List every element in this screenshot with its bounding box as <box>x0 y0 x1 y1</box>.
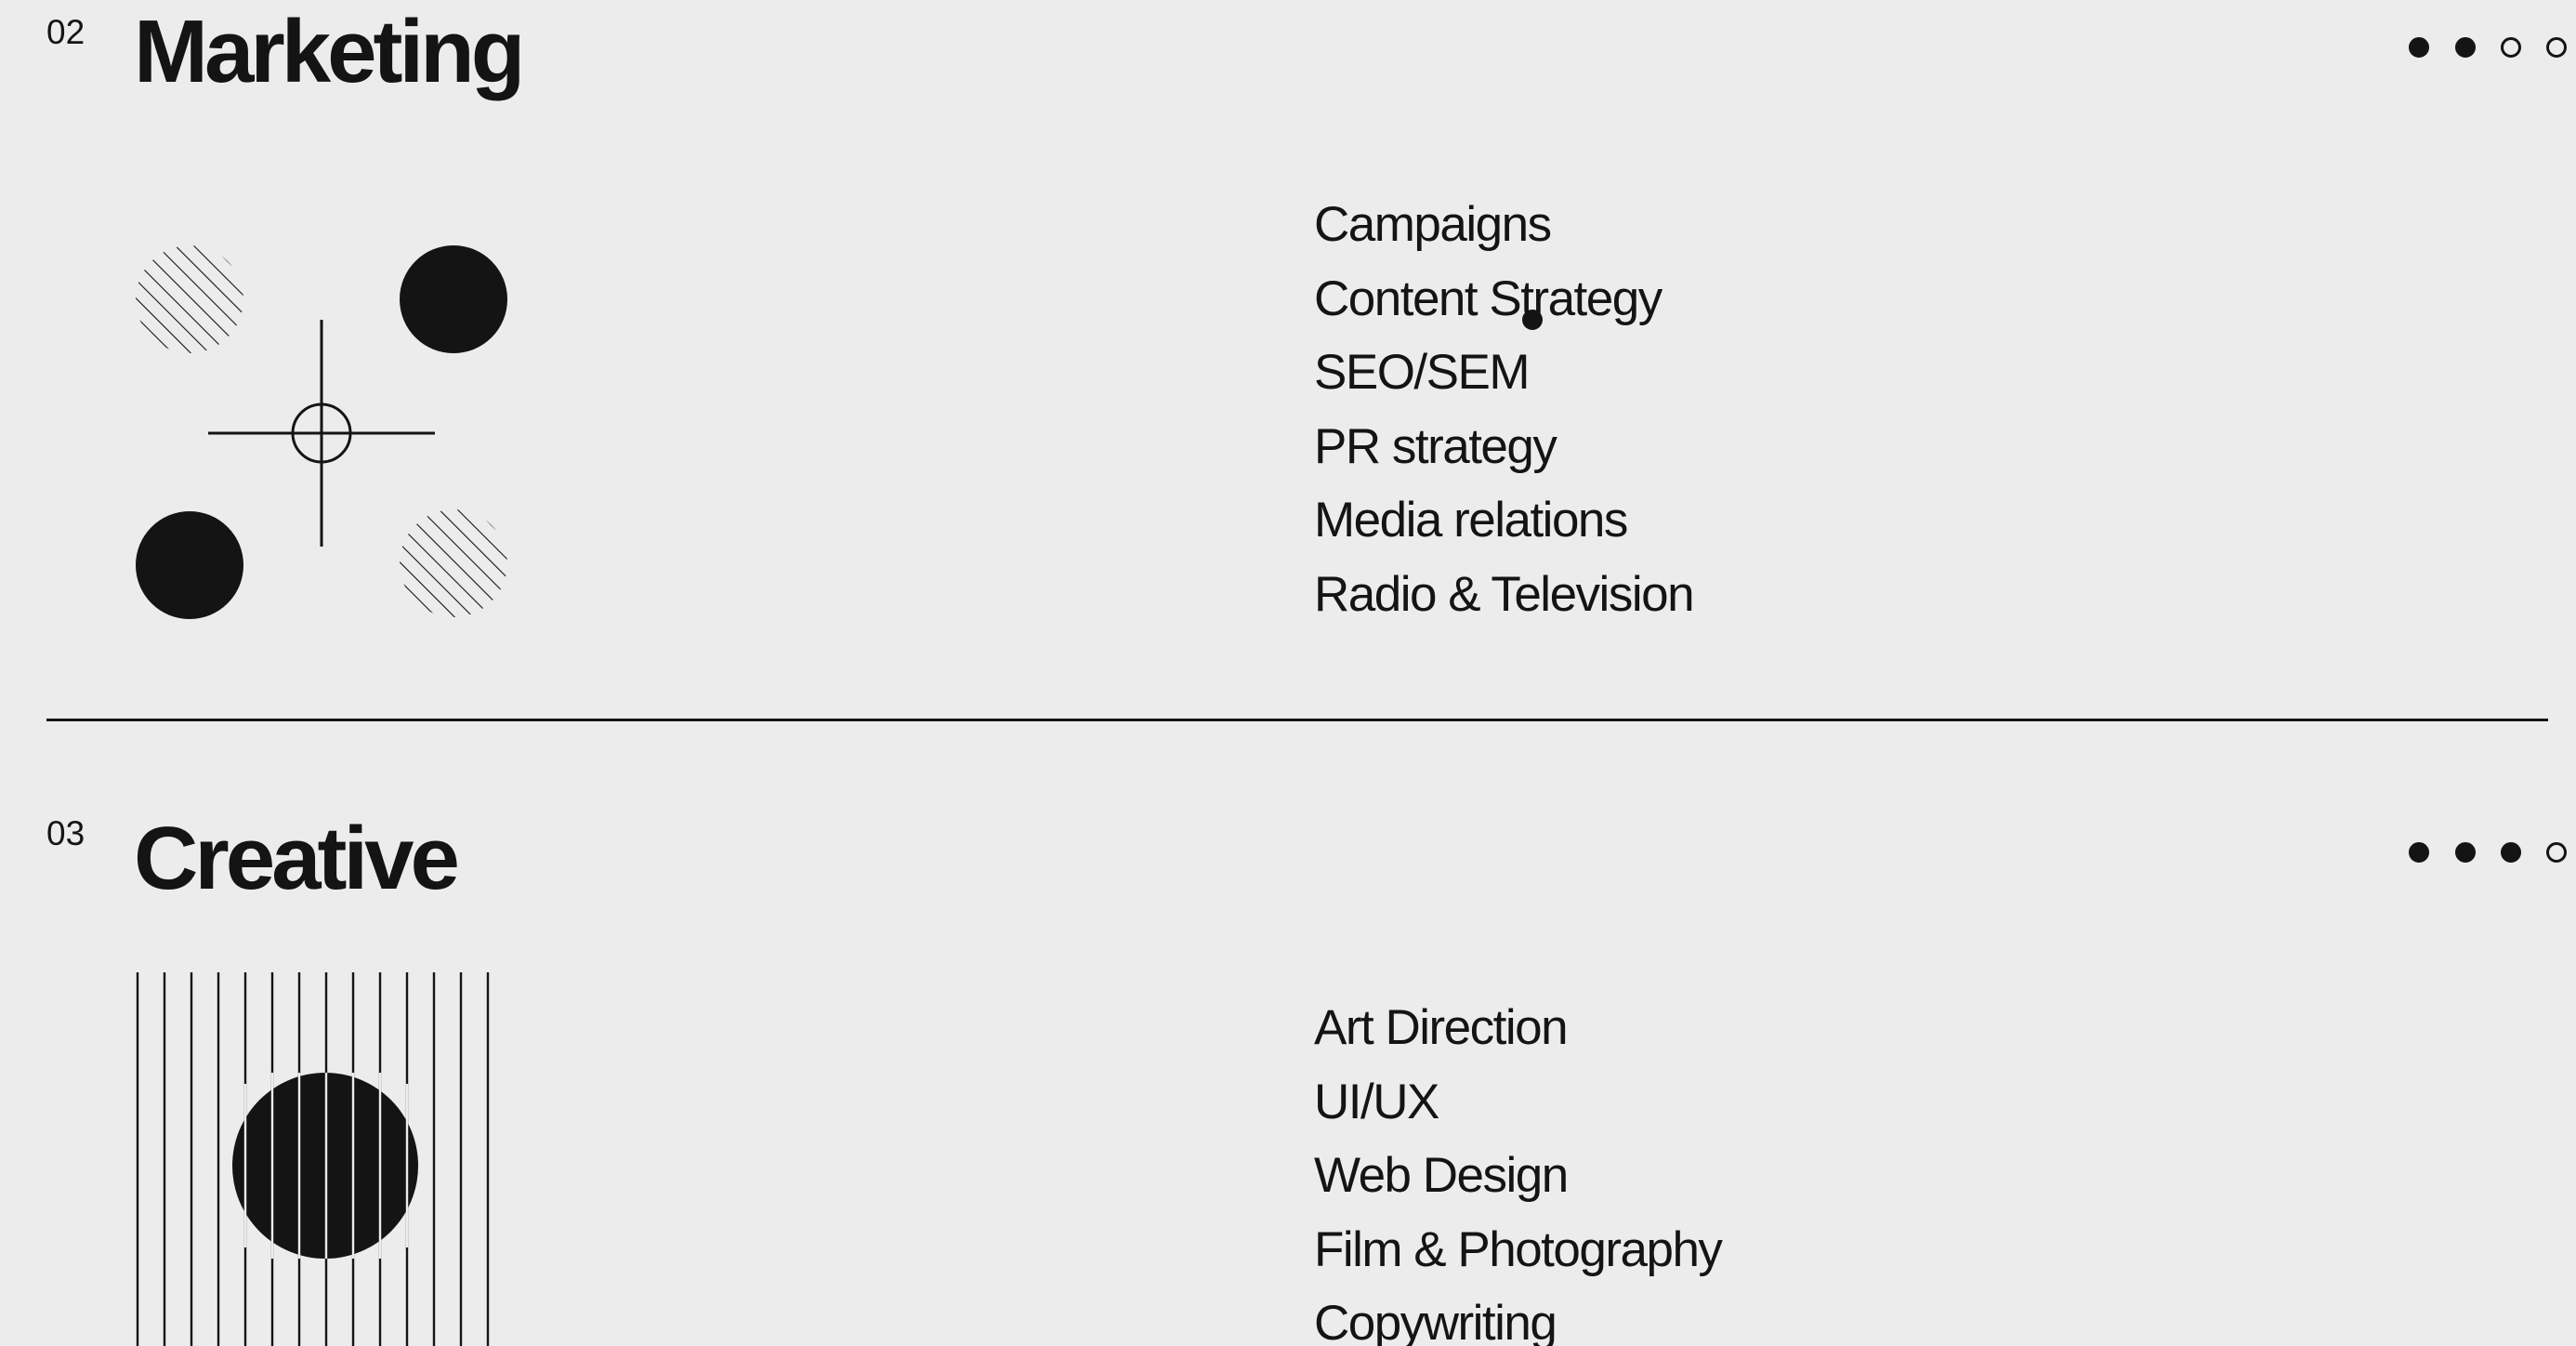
cursor-dot <box>1522 310 1543 330</box>
services-list: Art Direction UI/UX Web Design Film & Ph… <box>1314 991 1723 1346</box>
progress-dots <box>2390 842 2576 870</box>
progress-dot-1[interactable] <box>2409 37 2429 58</box>
list-item[interactable]: Media relations <box>1314 483 1693 558</box>
progress-dot-4[interactable] <box>2546 842 2567 863</box>
services-list: Campaigns Content Strategy SEO/SEM PR st… <box>1314 188 1695 632</box>
list-item[interactable]: Film & Photography <box>1314 1213 1723 1287</box>
list-item[interactable]: SEO/SEM <box>1314 336 1693 410</box>
progress-dot-2[interactable] <box>2455 37 2476 58</box>
section-number: 03 <box>46 814 85 852</box>
section-number: 02 <box>46 13 85 51</box>
list-item[interactable]: PR strategy <box>1314 410 1693 484</box>
progress-dot-3[interactable] <box>2501 37 2521 58</box>
progress-dot-1[interactable] <box>2409 842 2429 863</box>
list-item[interactable]: Radio & Television <box>1314 558 1695 632</box>
progress-dots <box>2390 37 2576 65</box>
list-item[interactable]: Web Design <box>1314 1139 1721 1213</box>
section-title: Marketing <box>134 2 525 101</box>
progress-dot-4[interactable] <box>2546 37 2567 58</box>
progress-dot-3[interactable] <box>2501 842 2521 863</box>
section-marketing: 02 Marketing Campaigns Content Strategy … <box>0 0 2576 721</box>
crosshair-circles-icon <box>136 245 507 619</box>
list-item[interactable]: UI/UX <box>1314 1065 1721 1140</box>
list-item[interactable]: Campaigns <box>1314 188 1693 262</box>
list-item[interactable]: Copywriting <box>1314 1287 1721 1346</box>
list-item[interactable]: Art Direction <box>1314 991 1721 1065</box>
list-item[interactable]: Content Strategy <box>1314 262 1693 336</box>
section-title: Creative <box>134 809 460 908</box>
striped-circle-icon <box>136 972 490 1346</box>
progress-dot-2[interactable] <box>2455 842 2476 863</box>
